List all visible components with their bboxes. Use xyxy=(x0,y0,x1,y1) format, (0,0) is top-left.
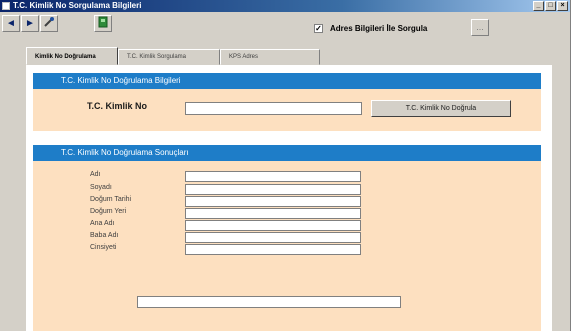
tools-icon xyxy=(44,17,54,27)
tab-tc-kimlik-sorgulama[interactable]: T.C. Kimlik Sorgulama xyxy=(118,49,220,65)
window-title: T.C. Kimlik No Sorgulama Bilgileri xyxy=(13,1,142,10)
green-document-icon xyxy=(98,16,108,28)
tab-kimlik-no-dogrulama[interactable]: Kimlik No Doğrulama xyxy=(26,47,118,65)
tab-strip: Kimlik No Doğrulama T.C. Kimlik Sorgulam… xyxy=(26,47,320,65)
verify-section-title: T.C. Kimlik No Doğrulama Bilgileri xyxy=(33,73,541,89)
back-button[interactable]: ◄ xyxy=(2,15,20,32)
options-button[interactable]: ... xyxy=(471,19,489,36)
birth-date-label: Doğum Tarihi xyxy=(90,196,132,203)
close-button[interactable]: × xyxy=(557,1,568,11)
toolbar: ◄ ► ✓ Adres Bilgileri İle Sorgula ... xyxy=(0,12,570,42)
forward-arrow-icon: ► xyxy=(25,18,35,29)
surname-label: Soyadı xyxy=(90,184,112,191)
tools-button[interactable] xyxy=(40,15,58,32)
birth-place-label: Doğum Yeri xyxy=(90,208,127,215)
status-field[interactable] xyxy=(137,296,401,308)
birth-place-field[interactable] xyxy=(185,208,361,219)
minimize-button[interactable]: _ xyxy=(533,1,544,11)
tc-kimlik-no-input[interactable] xyxy=(185,102,362,115)
first-name-label: Adı xyxy=(90,171,101,178)
mother-name-label: Ana Adı xyxy=(90,220,115,227)
address-query-label: Adres Bilgileri İle Sorgula xyxy=(330,24,428,33)
gender-field[interactable] xyxy=(185,244,361,255)
surname-field[interactable] xyxy=(185,184,361,195)
verify-tc-button[interactable]: T.C. Kimlik No Doğrula xyxy=(371,100,511,117)
maximize-button[interactable]: □ xyxy=(545,1,556,11)
tc-kimlik-no-label: T.C. Kimlik No xyxy=(87,101,148,111)
save-button[interactable] xyxy=(94,15,112,32)
forward-button[interactable]: ► xyxy=(21,15,39,32)
back-arrow-icon: ◄ xyxy=(6,18,16,29)
mother-name-field[interactable] xyxy=(185,220,361,231)
father-name-label: Baba Adı xyxy=(90,232,119,239)
birth-date-field[interactable] xyxy=(185,196,361,207)
father-name-field[interactable] xyxy=(185,232,361,243)
window-controls: _ □ × xyxy=(533,1,568,11)
tab-kps-adres[interactable]: KPS Adres xyxy=(220,49,320,65)
address-query-checkbox[interactable]: ✓ xyxy=(314,24,323,33)
gender-label: Cinsiyeti xyxy=(90,244,117,251)
app-window: T.C. Kimlik No Sorgulama Bilgileri _ □ ×… xyxy=(0,0,571,331)
results-section-title: T.C. Kimlik No Doğrulama Sonuçları xyxy=(33,145,541,161)
verify-section: T.C. Kimlik No Doğrulama Bilgileri T.C. … xyxy=(33,73,541,131)
app-icon xyxy=(2,2,10,10)
results-section: T.C. Kimlik No Doğrulama Sonuçları Adı S… xyxy=(33,145,541,331)
title-bar[interactable]: T.C. Kimlik No Sorgulama Bilgileri _ □ × xyxy=(0,0,570,12)
first-name-field[interactable] xyxy=(185,171,361,182)
